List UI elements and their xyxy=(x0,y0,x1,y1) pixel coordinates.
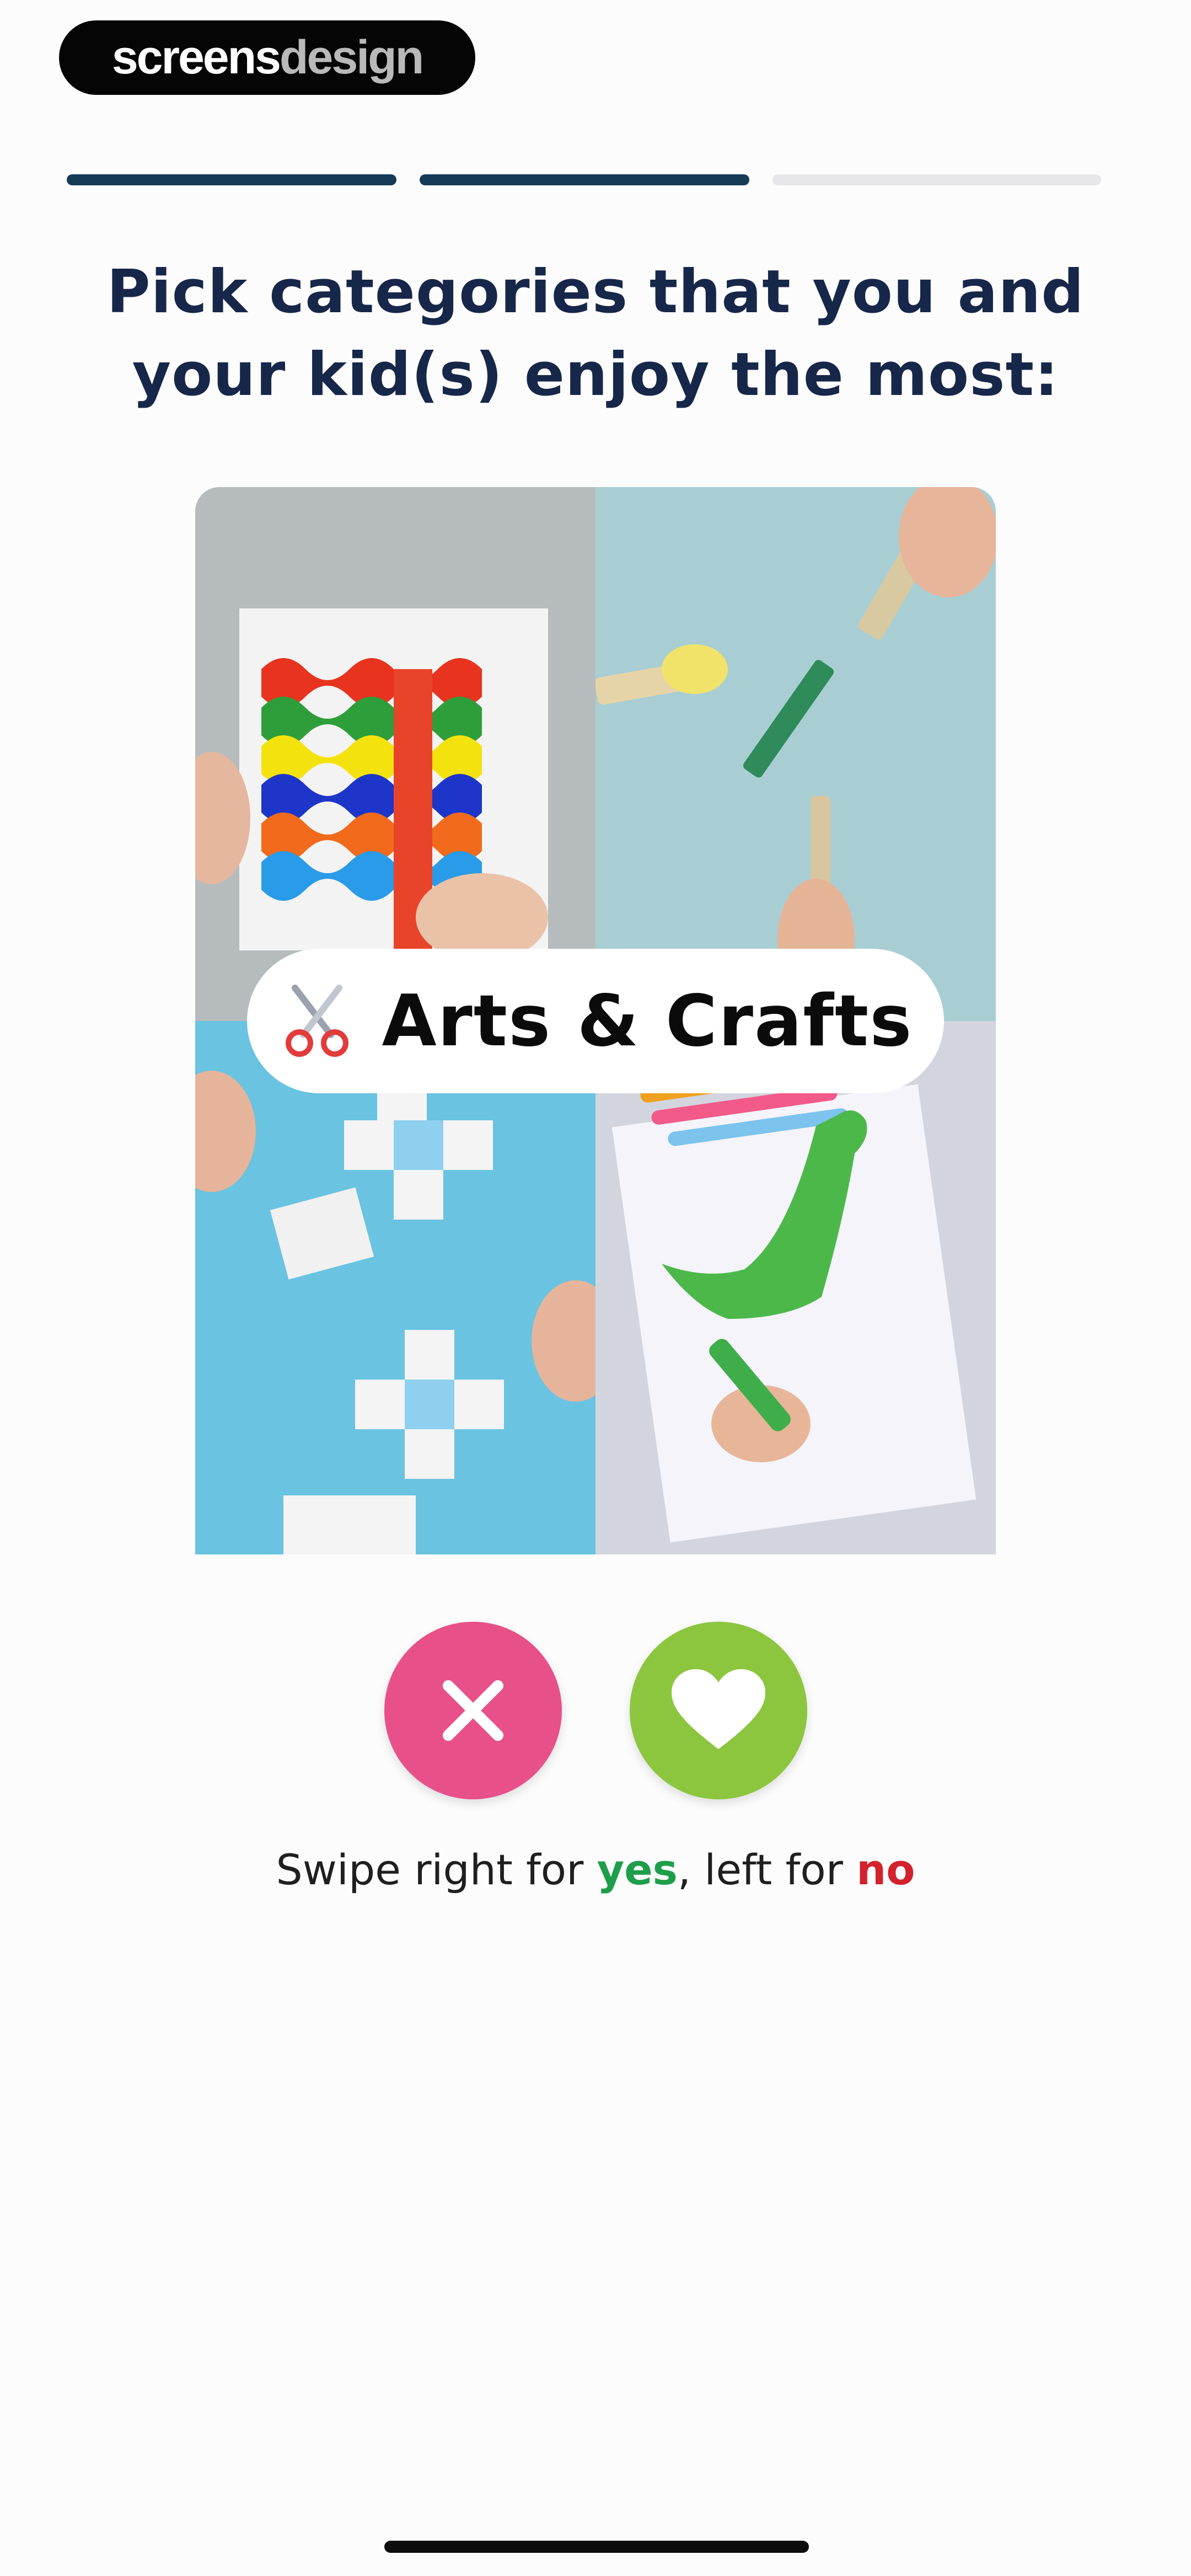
swipe-hint: Swipe right for yes, left for no xyxy=(0,1845,1191,1894)
brand-part-2: design xyxy=(280,31,424,84)
progress-step-3 xyxy=(772,174,1101,185)
photo-dinosaur-drawing xyxy=(596,1021,996,1554)
scissors-icon xyxy=(285,985,348,1057)
like-button[interactable] xyxy=(630,1622,807,1799)
hint-middle: , left for xyxy=(677,1845,857,1894)
heart-icon xyxy=(672,1669,765,1749)
progress-step-1 xyxy=(67,174,396,185)
dislike-button[interactable] xyxy=(384,1622,562,1799)
category-name: Arts & Crafts xyxy=(382,980,913,1062)
hint-prefix: Swipe right for xyxy=(276,1845,597,1894)
category-label: Arts & Crafts xyxy=(247,949,944,1093)
page-title: Pick categories that you and your kid(s)… xyxy=(106,258,1085,409)
hint-no: no xyxy=(856,1845,915,1894)
hint-yes: yes xyxy=(597,1845,678,1894)
brand-logo: screens design xyxy=(59,20,475,95)
photo-rainbow-painting xyxy=(195,487,596,1021)
photo-clothespin-creatures xyxy=(596,487,996,1021)
photo-paper-cube-figures xyxy=(195,1021,596,1554)
home-indicator[interactable] xyxy=(384,2541,809,2553)
brand-part-1: screens xyxy=(111,31,281,84)
close-icon xyxy=(443,1680,503,1741)
progress-step-2 xyxy=(420,174,749,185)
